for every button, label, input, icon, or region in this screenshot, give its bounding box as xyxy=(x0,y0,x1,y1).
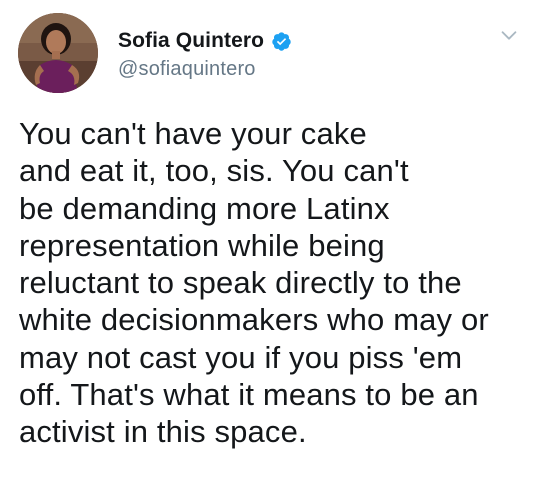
chevron-down-icon[interactable] xyxy=(498,24,520,46)
author-block[interactable]: Sofia Quintero @sofiaquintero xyxy=(118,28,292,81)
name-row: Sofia Quintero xyxy=(118,28,292,54)
handle[interactable]: @sofiaquintero xyxy=(118,58,292,81)
avatar[interactable] xyxy=(18,13,98,93)
tweet-text: You can't have your cake and eat it, too… xyxy=(19,116,489,450)
display-name[interactable]: Sofia Quintero xyxy=(118,29,264,53)
profile-photo xyxy=(18,13,98,93)
verified-badge-icon xyxy=(272,31,291,51)
tweet-card: Sofia Quintero @sofiaquintero You can't … xyxy=(0,0,540,497)
